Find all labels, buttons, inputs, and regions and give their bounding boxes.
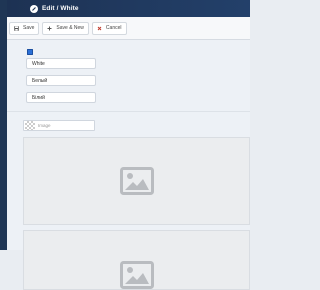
image-placeholder-icon xyxy=(120,261,154,289)
save-button[interactable]: Save xyxy=(9,21,40,35)
enabled-checkbox[interactable] xyxy=(27,49,33,55)
page-header: Edit / White xyxy=(7,0,250,17)
edit-icon xyxy=(30,4,38,13)
cancel-button[interactable]: Cancel xyxy=(91,21,127,35)
transparent-preview-icon xyxy=(25,121,35,130)
close-icon xyxy=(97,26,102,31)
cancel-button-label: Cancel xyxy=(105,25,122,31)
name-field-en[interactable]: White xyxy=(26,58,96,69)
floppy-disk-icon xyxy=(14,25,19,31)
save-and-new-button[interactable]: Save & New xyxy=(42,21,89,35)
image-input[interactable]: Image xyxy=(23,120,95,131)
image-preview-2[interactable] xyxy=(23,230,250,290)
page-title: Edit / White xyxy=(42,5,79,12)
name-field-uk[interactable]: Білий xyxy=(26,92,96,103)
image-placeholder-icon xyxy=(119,167,154,195)
save-and-new-button-label: Save & New xyxy=(56,25,84,31)
toolbar: Save Save & New Cancel xyxy=(7,17,250,40)
plus-icon xyxy=(47,26,52,31)
save-button-label: Save xyxy=(23,25,35,31)
image-preview-1[interactable] xyxy=(23,137,250,225)
form-content: White Белый Білий Image xyxy=(7,40,250,290)
sidebar xyxy=(0,0,7,250)
image-input-placeholder: Image xyxy=(38,123,51,128)
name-field-ru[interactable]: Белый xyxy=(26,75,96,86)
section-divider xyxy=(7,111,250,112)
